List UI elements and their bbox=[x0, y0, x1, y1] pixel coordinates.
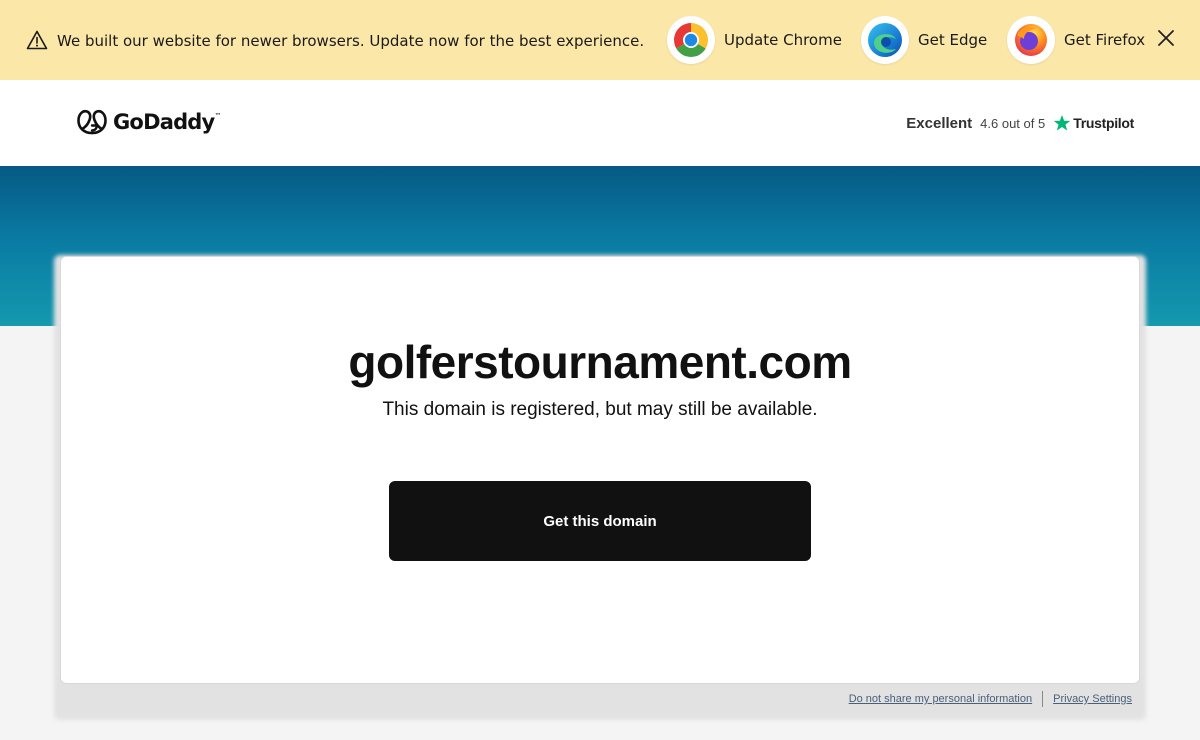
update-chrome-button[interactable]: Update Chrome bbox=[667, 16, 842, 64]
domain-subtitle: This domain is registered, but may still… bbox=[382, 399, 818, 420]
trustpilot-name: Trustpilot bbox=[1073, 115, 1134, 131]
do-not-share-link[interactable]: Do not share my personal information bbox=[849, 693, 1032, 705]
rating-score: 4.6 out of 5 bbox=[980, 115, 1046, 131]
get-edge-label: Get Edge bbox=[918, 31, 988, 49]
get-firefox-label: Get Firefox bbox=[1064, 31, 1146, 49]
footer-divider bbox=[1042, 691, 1044, 707]
chrome-icon bbox=[667, 16, 715, 64]
close-icon[interactable] bbox=[1156, 28, 1176, 48]
banner-message: We built our website for newer browsers.… bbox=[57, 32, 645, 50]
footer-links: Do not share my personal information Pri… bbox=[849, 691, 1132, 707]
get-edge-button[interactable]: Get Edge bbox=[861, 16, 987, 64]
logo-trademark: ™ bbox=[214, 112, 222, 120]
rating-word: Excellent bbox=[906, 114, 973, 132]
trustpilot-star-icon bbox=[1053, 115, 1071, 131]
firefox-icon bbox=[1007, 16, 1055, 64]
update-chrome-label: Update Chrome bbox=[724, 31, 842, 49]
domain-title: golferstournament.com bbox=[348, 336, 852, 388]
godaddy-logo[interactable]: GoDaddy ™ bbox=[76, 108, 221, 136]
site-header: GoDaddy ™ Excellent 4.6 out of 5 Trustpi… bbox=[0, 80, 1200, 166]
privacy-settings-link[interactable]: Privacy Settings bbox=[1053, 693, 1132, 705]
godaddy-logo-icon bbox=[77, 109, 107, 135]
trustpilot-rating[interactable]: Excellent 4.6 out of 5 Trustpilot bbox=[906, 114, 1134, 132]
get-firefox-button[interactable]: Get Firefox bbox=[1007, 16, 1145, 64]
domain-card: golferstournament.com This domain is reg… bbox=[60, 256, 1140, 684]
edge-icon bbox=[861, 16, 909, 64]
browser-update-banner: We built our website for newer browsers.… bbox=[0, 0, 1200, 80]
warning-icon bbox=[26, 30, 48, 50]
logo-text: GoDaddy bbox=[113, 110, 215, 134]
get-this-domain-button[interactable]: Get this domain bbox=[389, 481, 811, 561]
